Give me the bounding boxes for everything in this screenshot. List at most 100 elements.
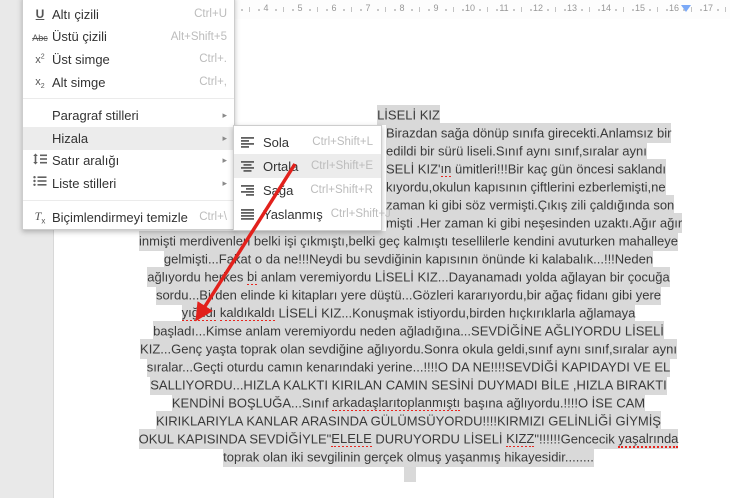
menu-item-list-styles[interactable]: Liste stilleri ▸: [23, 172, 234, 195]
text-segment: gelmişti...Fakat o da ne!!!Neydi bu sevd…: [163, 251, 654, 266]
document-line[interactable]: sordu...Birden elinde ki kitapları yere …: [91, 284, 726, 305]
ruler-tick: [555, 7, 556, 12]
selected-text: edildi bir sürü liseli.Sınıf aynı sınıf,…: [386, 140, 647, 161]
document-line[interactable]: ağlıyordu herkes bi anlam veremiyordu Lİ…: [91, 266, 726, 287]
menu-item-label: Paragraf stilleri: [52, 108, 139, 124]
align-left-icon: [241, 136, 263, 148]
underline-icon: U: [35, 7, 45, 22]
selected-text: başladı...Kimse anlam veremiyordu neden …: [153, 320, 664, 341]
text-segment: KIZ...Genç yaşta toprak olan sevdiğine a…: [140, 341, 677, 356]
ruler-tick: [317, 7, 318, 12]
ruler-number: 10: [464, 3, 476, 13]
text-segment: SALLIYORDU...HIZLA KALKTI KIRILAN CAMIN …: [150, 377, 667, 392]
text-segment: edildi bir sürü liseli.Sınıf aynı sınıf,…: [386, 143, 647, 158]
text-segment: sordu...Birden elinde ki kitapları yere …: [155, 287, 662, 302]
menu-item-shortcut: Alt+Shift+5: [170, 30, 227, 43]
menu-item-strikethrough[interactable]: Abc Üstü çizili Alt+Shift+5: [23, 26, 234, 49]
ruler-tick: [580, 9, 583, 11]
ruler-tick: [342, 9, 345, 11]
menu-item-line-spacing[interactable]: Satır aralığı ▸: [23, 150, 234, 173]
submenu-item-shortcut: Ctrl+Shift+E: [311, 160, 373, 172]
ruler-tick: [359, 9, 362, 11]
submenu-item-align-left[interactable]: Sola Ctrl+Shift+L: [234, 130, 381, 154]
ruler-tick: [283, 7, 284, 12]
document-line[interactable]: toprak olan iki sevgilinin gerçek olmuş …: [91, 446, 726, 467]
text-segment: başına ağlıyordu.!!!!O İSE CAM: [460, 395, 646, 410]
menu-item-label: Satır aralığı: [52, 153, 120, 169]
document-line[interactable]: SELİ KIZ'ın ümitleri!!!Bir kaç gün önces…: [386, 158, 666, 179]
document-line[interactable]: başladı...Kimse anlam veremiyordu neden …: [91, 320, 726, 341]
ruler-tick: [376, 9, 379, 11]
menu-item-shortcut: Ctrl+.: [199, 53, 227, 66]
document-line[interactable]: KIRIKLARIYLA KANLAR ARASINDA GÜLÜMSÜYORD…: [91, 410, 726, 431]
document-line[interactable]: SALLIYORDU...HIZLA KALKTI KIRILAN CAMIN …: [91, 374, 726, 395]
ruler-tick: [249, 7, 250, 12]
document-line[interactable]: sıralar...Geçti oturdu camın kenarındaki…: [91, 356, 726, 377]
submenu-arrow-icon: ▸: [222, 177, 227, 188]
selected-text: inmişti merdivenleri belki işi çıkmıştı,…: [139, 230, 678, 251]
selected-text: SELİ KIZ'ın ümitleri!!!Bir kaç gün önces…: [386, 158, 666, 179]
ruler-number: 15: [634, 3, 646, 13]
ruler-tick: [631, 9, 634, 11]
menu-item-label: Altı çizili: [52, 6, 99, 22]
ruler-tick: [512, 9, 515, 11]
ruler-number: 14: [600, 3, 612, 13]
menu-item-subscript[interactable]: x2 Alt simge Ctrl+,: [23, 71, 234, 94]
menu-item-label: Hizala: [52, 130, 89, 146]
submenu-item-align-right[interactable]: Sağa Ctrl+Shift+R: [234, 178, 381, 202]
ruler-tick: [291, 9, 294, 11]
align-right-icon: [241, 184, 263, 196]
ruler-tick: [725, 7, 726, 12]
document-line[interactable]: Birazdan sağa dönüp sınıfa girecekti.Anl…: [386, 122, 672, 143]
document-line[interactable]: KENDİNİ BOŞLUĞA...Sınıf arkadaşlarıtopla…: [91, 392, 726, 413]
ruler-tick: [495, 9, 498, 11]
menu-item-paragraph-styles[interactable]: Paragraf stilleri ▸: [23, 104, 234, 127]
document-line[interactable]: zaman ki gibi söz vermişti.Çıkış zili ça…: [386, 194, 675, 215]
selection-remnant: [404, 466, 416, 482]
text-segment: toprak olan iki sevgilinin gerçek olmuş …: [223, 449, 594, 464]
submenu-item-align-center[interactable]: Ortala Ctrl+Shift+E: [234, 154, 381, 178]
ruler-tick: [563, 9, 566, 11]
submenu-arrow-icon: ▸: [222, 110, 227, 121]
document-line[interactable]: KIZ...Genç yaşta toprak olan sevdiğine a…: [91, 338, 726, 359]
text-segment: Birazdan sağa dönüp sınıfa girecekti.Anl…: [386, 125, 672, 140]
document-line[interactable]: mişti .Her zaman ki gibi neşesinden uzak…: [386, 212, 683, 233]
submenu-item-shortcut: Ctrl+Shift+L: [312, 136, 373, 148]
document-line[interactable]: OKUL KAPISINDA SEVDİĞİYLE"ELELE DURUYORD…: [91, 428, 726, 449]
ruler-tick: [699, 9, 702, 11]
ruler-tick: [597, 9, 600, 11]
menu-item-label: Liste stilleri: [52, 175, 117, 191]
submenu-item-label: Sağa: [263, 182, 294, 198]
text-segment: anlam veremiyordu LİSELİ KIZ...Dayanamad…: [257, 269, 670, 284]
submenu-item-shortcut: Ctrl+Shift+J: [330, 208, 391, 220]
menu-item-superscript[interactable]: x2 Üst simge Ctrl+.: [23, 48, 234, 71]
ruler-tick: [351, 7, 352, 12]
ruler-tick: [410, 9, 413, 11]
menu-item-label: Alt simge: [52, 74, 106, 90]
document-line[interactable]: edildi bir sürü liseli.Sınıf aynı sınıf,…: [386, 140, 647, 161]
text-segment: başladı...Kimse anlam veremiyordu neden …: [153, 323, 664, 338]
menu-item-clear-formatting[interactable]: Tx Biçimlendirmeyi temizle Ctrl+\: [23, 206, 234, 229]
align-center-icon: [241, 160, 263, 172]
ruler-number: 5: [297, 3, 303, 13]
submenu-item-align-justify[interactable]: Yaslanmış Ctrl+Shift+J: [234, 202, 391, 226]
misspelled-word: kaldıkaldı: [219, 305, 275, 322]
text-segment: KIRIKLARIYLA KANLAR ARASINDA GÜLÜMSÜYORD…: [156, 413, 661, 428]
menu-item-shortcut: Ctrl+\: [199, 211, 227, 224]
ruler-tick: [487, 7, 488, 12]
document-line[interactable]: yığıldı kaldıkaldı LİSELİ KIZ...Konuşmak…: [91, 302, 726, 323]
indent-marker-icon[interactable]: [681, 5, 691, 12]
selected-text: toprak olan iki sevgilinin gerçek olmuş …: [223, 446, 594, 467]
misspelled-word: yaşalrında: [618, 431, 679, 448]
ruler-number: 4: [263, 3, 269, 13]
selected-text: KENDİNİ BOŞLUĞA...Sınıf arkadaşlarıtopla…: [171, 392, 646, 413]
selected-text: ağlıyordu herkes bi anlam veremiyordu Lİ…: [147, 266, 670, 287]
menu-item-align[interactable]: Hizala ▸: [23, 126, 234, 150]
menu-item-underline[interactable]: U Altı çizili Ctrl+U: [23, 3, 234, 26]
submenu-item-label: Yaslanmış: [263, 206, 323, 222]
document-line[interactable]: inmişti merdivenleri belki işi çıkmıştı,…: [91, 230, 726, 251]
document-line[interactable]: kıyordu,okulun kapısının çiftlerini ezbe…: [386, 176, 666, 197]
document-line[interactable]: gelmişti...Fakat o da ne!!!Neydi bu sevd…: [91, 248, 726, 269]
google-docs-screen: 34567891011121314151617 LİSELİ KIZBirazd…: [0, 0, 730, 498]
menu-item-label: Üst simge: [52, 51, 110, 67]
